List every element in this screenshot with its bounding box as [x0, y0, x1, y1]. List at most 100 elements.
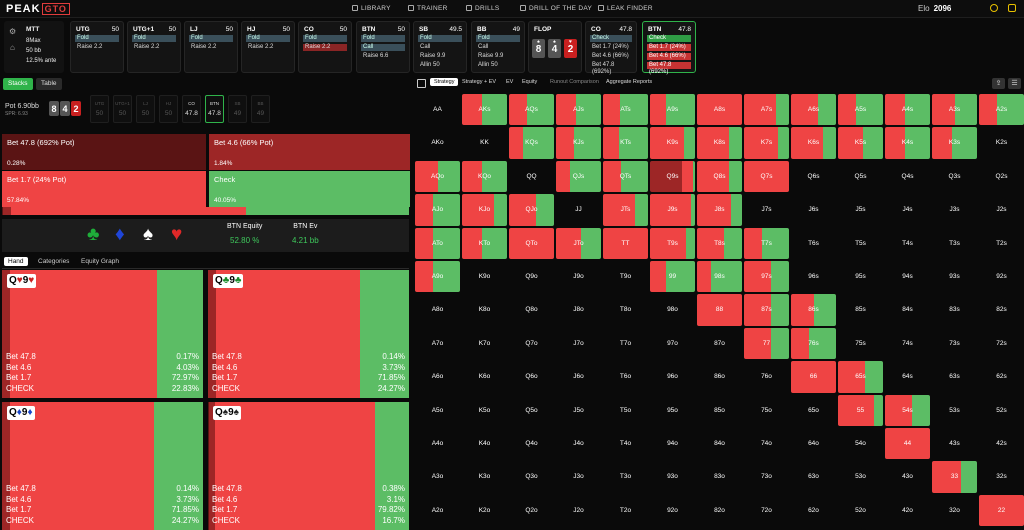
hand-card-0[interactable]: Q♥9♥Bet 47.80.17%Bet 4.64.03%Bet 1.772.9… — [2, 270, 203, 398]
matrix-cell-k8s[interactable]: K8s — [697, 127, 742, 158]
suit-filter-club-icon[interactable]: ♣ — [87, 224, 99, 246]
matrix-cell-q7o[interactable]: Q7o — [509, 328, 554, 359]
matrix-cell-q8s[interactable]: Q8s — [697, 161, 742, 192]
matrix-cell-53s[interactable]: 53s — [932, 395, 977, 426]
matrix-cell-jto[interactable]: JTo — [556, 228, 601, 259]
matrix-cell-q7s[interactable]: Q7s — [744, 161, 789, 192]
action-option[interactable]: Fold — [189, 35, 233, 42]
matrix-cell-j5o[interactable]: J5o — [556, 395, 601, 426]
matrix-cell-qjo[interactable]: QJo — [509, 194, 554, 225]
matrix-cell-52o[interactable]: 52o — [838, 495, 883, 526]
matrix-cell-62o[interactable]: 62o — [791, 495, 836, 526]
matrix-cell-64s[interactable]: 64s — [885, 361, 930, 392]
matrix-cell-88[interactable]: 88 — [697, 294, 742, 325]
matrix-cell-qjs[interactable]: QJs — [556, 161, 601, 192]
matrix-cell-j2o[interactable]: J2o — [556, 495, 601, 526]
matrix-cell-a2s[interactable]: A2s — [979, 94, 1024, 125]
action-option[interactable]: Bet 1.7 (24%) — [590, 44, 632, 51]
action-option[interactable]: Raise 2.2 — [189, 44, 233, 51]
matrix-cell-k2o[interactable]: K2o — [462, 495, 507, 526]
matrix-cell-a5o[interactable]: A5o — [415, 395, 460, 426]
action-option[interactable]: Bet 4.6 (66%) — [590, 53, 632, 60]
nav-link-1[interactable]: TRAINER — [408, 5, 448, 12]
hand-card-2[interactable]: Q♦9♦Bet 47.80.14%Bet 4.63.73%Bet 1.771.8… — [2, 402, 203, 530]
tab-stacks[interactable]: Stacks — [3, 78, 33, 90]
matrix-cell-q4s[interactable]: Q4s — [885, 161, 930, 192]
matrix-cell-33[interactable]: 33 — [932, 461, 977, 492]
matrix-cell-77[interactable]: 77 — [744, 328, 789, 359]
position-card-lj[interactable]: LJ50FoldRaise 2.2 — [184, 21, 238, 73]
action-option[interactable]: Fold — [246, 35, 290, 42]
position-card-sb[interactable]: SB49.5FoldCallRaise 9.9Allin 50 — [413, 21, 467, 73]
matrix-cell-93s[interactable]: 93s — [932, 261, 977, 292]
matrix-cell-74o[interactable]: 74o — [744, 428, 789, 459]
flop-card[interactable]: FLOP ♠8♠4♥2 — [528, 21, 582, 73]
matrix-cell-q2o[interactable]: Q2o — [509, 495, 554, 526]
suit-filter-spade-icon[interactable]: ♠ — [143, 224, 153, 246]
matrix-cell-95s[interactable]: 95s — [838, 261, 883, 292]
matrix-cell-43s[interactable]: 43s — [932, 428, 977, 459]
matrix-cell-j7s[interactable]: J7s — [744, 194, 789, 225]
matrix-cell-a2o[interactable]: A2o — [415, 495, 460, 526]
action-option[interactable]: Call — [418, 44, 462, 51]
matrix-cell-ako[interactable]: AKo — [415, 127, 460, 158]
matrix-cell-86o[interactable]: 86o — [697, 361, 742, 392]
matrix-cell-j8s[interactable]: J8s — [697, 194, 742, 225]
matrix-cell-85s[interactable]: 85s — [838, 294, 883, 325]
matrix-cell-k3s[interactable]: K3s — [932, 127, 977, 158]
action-option[interactable]: Fold — [418, 35, 462, 42]
matrix-cell-44[interactable]: 44 — [885, 428, 930, 459]
matrix-cell-55[interactable]: 55 — [838, 395, 883, 426]
tab-strategy-ev[interactable]: Strategy + EV — [462, 79, 496, 85]
action-option[interactable]: Fold — [476, 35, 520, 42]
tab-table[interactable]: Table — [36, 78, 62, 90]
matrix-cell-66[interactable]: 66 — [791, 361, 836, 392]
matrix-cell-86s[interactable]: 86s — [791, 294, 836, 325]
peakgto-logo[interactable]: PEAKGTO — [6, 3, 70, 15]
matrix-cell-a4o[interactable]: A4o — [415, 428, 460, 459]
matrix-cell-kto[interactable]: KTo — [462, 228, 507, 259]
matrix-cell-54o[interactable]: 54o — [838, 428, 883, 459]
share-icon[interactable]: ⇪ — [992, 78, 1005, 89]
matrix-cell-qts[interactable]: QTs — [603, 161, 648, 192]
matrix-cell-92o[interactable]: 92o — [650, 495, 695, 526]
matrix-cell-t2o[interactable]: T2o — [603, 495, 648, 526]
matrix-cell-52s[interactable]: 52s — [979, 395, 1024, 426]
matrix-cell-k9s[interactable]: K9s — [650, 127, 695, 158]
matrix-cell-aqo[interactable]: AQo — [415, 161, 460, 192]
position-card-btn[interactable]: BTN50FoldCallRaise 6.6 — [356, 21, 410, 73]
action-option[interactable]: Bet 47.8 (692%) — [647, 62, 691, 69]
position-card-utg[interactable]: UTG50FoldRaise 2.2 — [70, 21, 124, 73]
action-box-2[interactable]: Bet 1.7 (24% Pot)57.84% — [2, 171, 206, 207]
matrix-cell-ato[interactable]: ATo — [415, 228, 460, 259]
action-option[interactable]: Raise 9.9 — [418, 53, 462, 60]
matrix-cell-k6o[interactable]: K6o — [462, 361, 507, 392]
matrix-cell-q5s[interactable]: Q5s — [838, 161, 883, 192]
seat-stack-hj[interactable]: HJ50 — [159, 95, 178, 123]
matrix-cell-63s[interactable]: 63s — [932, 361, 977, 392]
action-option[interactable]: Raise 2.2 — [246, 44, 290, 51]
matrix-cell-q8o[interactable]: Q8o — [509, 294, 554, 325]
matrix-cell-k5o[interactable]: K5o — [462, 395, 507, 426]
profile-icon[interactable] — [1008, 4, 1016, 12]
position-card-utg+1[interactable]: UTG+150FoldRaise 2.2 — [127, 21, 181, 73]
matrix-cell-62s[interactable]: 62s — [979, 361, 1024, 392]
settings-icon[interactable]: ☰ — [1008, 78, 1021, 89]
matrix-cell-t5s[interactable]: T5s — [838, 228, 883, 259]
matrix-cell-t8o[interactable]: T8o — [603, 294, 648, 325]
matrix-cell-98o[interactable]: 98o — [650, 294, 695, 325]
matrix-cell-73o[interactable]: 73o — [744, 461, 789, 492]
matrix-cell-ats[interactable]: ATs — [603, 94, 648, 125]
matrix-cell-76o[interactable]: 76o — [744, 361, 789, 392]
nav-link-2[interactable]: DRILLS — [466, 5, 500, 12]
tab-ev[interactable]: EV — [506, 79, 513, 85]
matrix-cell-a3s[interactable]: A3s — [932, 94, 977, 125]
matrix-cell-76s[interactable]: 76s — [791, 328, 836, 359]
spot-info-card[interactable]: ⚙ MTT 8Max 50 bb 12.5% ante ⌂ — [4, 21, 64, 73]
matrix-cell-k7o[interactable]: K7o — [462, 328, 507, 359]
tab-hand[interactable]: Hand — [4, 257, 28, 266]
seat-stack-lj[interactable]: LJ50 — [136, 95, 155, 123]
action-option[interactable]: Fold — [132, 35, 176, 42]
matrix-cell-qq[interactable]: QQ — [509, 161, 554, 192]
action-option[interactable]: Call — [361, 44, 405, 51]
